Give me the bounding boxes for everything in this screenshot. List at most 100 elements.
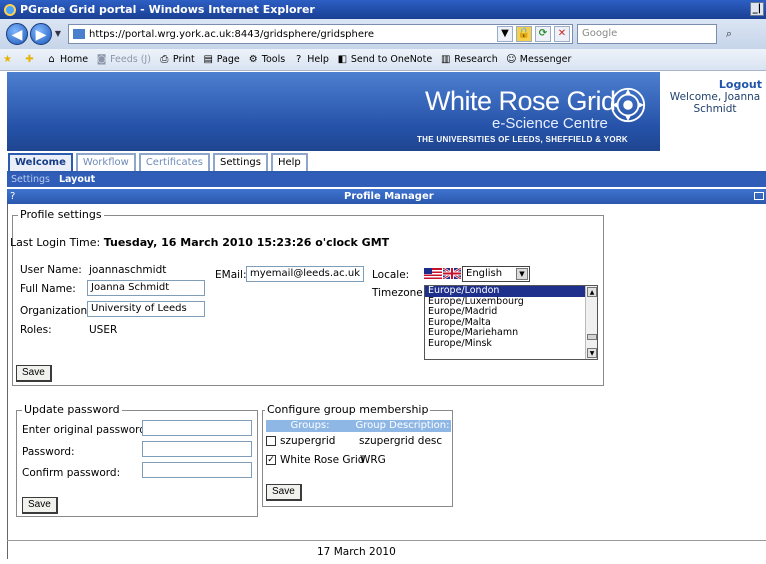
roles-label: Roles:: [20, 324, 52, 336]
footer-date: 17 March 2010: [317, 546, 396, 558]
tools-menu[interactable]: ⚙ Tools: [248, 54, 285, 65]
organization-field[interactable]: University of Leeds: [87, 301, 205, 317]
home-button[interactable]: ⌂ Home: [46, 54, 88, 65]
scroll-thumb[interactable]: [587, 334, 597, 340]
group-row: ✓ White Rose Grid: [266, 454, 364, 466]
username-label: User Name:: [20, 264, 82, 276]
timezone-option[interactable]: Europe/Minsk: [425, 338, 597, 350]
timezone-option[interactable]: Europe/Mariehamn: [425, 327, 597, 339]
print-button[interactable]: ⎙ Print: [159, 54, 194, 65]
last-login-row: Last Login Time: Tuesday, 16 March 2010 …: [10, 236, 389, 249]
group-checkbox-szupergrid[interactable]: [266, 436, 276, 446]
timezone-scrollbar[interactable]: ▲ ▼: [585, 286, 597, 359]
page-icon: ▤: [203, 54, 213, 65]
last-login-label: Last Login Time:: [10, 236, 101, 249]
research-button[interactable]: ▥ Research: [440, 54, 498, 65]
white-rose-logo-icon: [610, 87, 646, 123]
sub-tabs: Settings Layout: [7, 173, 766, 187]
url-input[interactable]: https://portal.wrg.york.ac.uk:8443/grids…: [68, 24, 573, 44]
gear-icon: ⚙: [248, 54, 258, 65]
footer-divider: [7, 540, 766, 541]
forward-button[interactable]: ▶: [30, 23, 52, 45]
ie-command-bar: ★ ✚ ⌂ Home ◙ Feeds (J) ⎙ Print ▤ Page ⚙ Tools…: [0, 49, 766, 71]
add-favorites-icon[interactable]: ✚: [24, 54, 38, 65]
original-password-field[interactable]: [142, 420, 252, 436]
tab-welcome[interactable]: Welcome: [8, 153, 73, 171]
site-favicon-icon: [73, 29, 85, 39]
timezone-listbox[interactable]: Europe/London Europe/Luxembourg Europe/M…: [424, 285, 598, 360]
locale-select-value: English: [466, 268, 503, 279]
username-value: joannaschmidt: [89, 264, 167, 276]
tab-help[interactable]: Help: [270, 153, 308, 171]
favorites-star-icon[interactable]: ★: [2, 54, 16, 65]
brand-tagline: THE UNIVERSITIES OF LEEDS, SHEFFIELD & Y…: [417, 135, 628, 144]
user-corner: Logout Welcome, Joanna Schmidt: [660, 72, 766, 151]
logout-link[interactable]: Logout: [660, 78, 762, 91]
lock-icon[interactable]: 🔒: [516, 26, 532, 42]
group-table-header: Groups: Group Description:: [266, 420, 451, 432]
url-dropdown-icon[interactable]: ▼: [497, 26, 513, 42]
stop-icon[interactable]: ✕: [554, 26, 570, 42]
page-menu[interactable]: ▤ Page: [203, 54, 240, 65]
portlet-titlebar: ? Profile Manager: [7, 189, 766, 204]
original-password-label: Enter original password:: [22, 424, 150, 436]
onenote-button[interactable]: ◧ Send to OneNote: [337, 54, 433, 65]
us-flag-icon: [424, 268, 442, 279]
confirm-password-label: Confirm password:: [22, 467, 121, 479]
scroll-down-icon[interactable]: ▼: [587, 348, 597, 358]
portlet-title: Profile Manager: [344, 191, 434, 202]
welcome-text: Welcome, Joanna Schmidt: [669, 91, 761, 115]
last-login-value: Tuesday, 16 March 2010 15:23:26 o'clock …: [103, 236, 390, 249]
group-description: szupergrid desc: [359, 435, 443, 447]
uk-flag-icon: [443, 268, 461, 279]
messenger-button[interactable]: ☺ Messenger: [506, 54, 571, 65]
brand-title: White Rose Grid: [425, 86, 616, 116]
scroll-up-icon[interactable]: ▲: [587, 287, 597, 297]
timezone-option[interactable]: Europe/Madrid: [425, 306, 597, 318]
description-column-header: Group Description:: [355, 420, 450, 431]
help-icon: ?: [296, 54, 302, 65]
profile-settings-legend: Profile settings: [18, 208, 104, 221]
minimize-button[interactable]: _|: [750, 2, 764, 16]
group-save-button[interactable]: Save: [266, 484, 302, 501]
password-save-button[interactable]: Save: [22, 497, 58, 514]
tab-certificates[interactable]: Certificates: [138, 153, 210, 171]
portlet-help-icon[interactable]: ?: [10, 189, 15, 204]
group-name: White Rose Grid: [280, 454, 365, 466]
search-input[interactable]: Google: [577, 24, 717, 44]
back-button[interactable]: ◀: [6, 23, 28, 45]
frame-divider: [7, 204, 8, 559]
feeds-button[interactable]: ◙ Feeds (J): [96, 54, 151, 65]
password-field[interactable]: [142, 441, 252, 457]
email-field[interactable]: myemail@leeds.ac.uk: [246, 266, 364, 282]
portlet-maximize-icon[interactable]: [754, 192, 764, 200]
help-menu[interactable]: ? Help: [293, 54, 329, 65]
url-text: https://portal.wrg.york.ac.uk:8443/grids…: [89, 28, 375, 40]
group-row: szupergrid: [266, 435, 335, 447]
feeds-icon: ◙: [96, 54, 107, 65]
group-description: WRG: [360, 454, 386, 466]
profile-save-button[interactable]: Save: [16, 365, 52, 382]
home-icon: ⌂: [48, 54, 55, 65]
tab-workflow[interactable]: Workflow: [75, 153, 136, 171]
fullname-field[interactable]: Joanna Schmidt: [87, 280, 205, 296]
group-table: Groups: Group Description:: [266, 420, 451, 432]
history-dropdown-icon[interactable]: ▼: [54, 23, 62, 45]
refresh-icon[interactable]: ⟳: [535, 26, 551, 42]
research-icon: ▥: [440, 54, 451, 65]
fullname-label: Full Name:: [20, 283, 76, 295]
roles-value: USER: [89, 324, 118, 336]
confirm-password-field[interactable]: [142, 462, 252, 478]
window-title: PGrade Grid portal - Windows Internet Ex…: [20, 3, 315, 16]
update-password-legend: Update password: [22, 403, 122, 416]
print-icon: ⎙: [160, 54, 169, 65]
locale-select[interactable]: English ▼: [462, 266, 530, 282]
search-icon[interactable]: ⌕: [721, 25, 737, 43]
tab-settings[interactable]: Settings: [212, 153, 268, 171]
group-checkbox-white-rose-grid[interactable]: ✓: [266, 455, 276, 465]
subtab-layout[interactable]: Layout: [59, 174, 95, 185]
subtab-settings[interactable]: Settings: [11, 174, 50, 185]
timezone-option[interactable]: Europe/London: [425, 286, 597, 297]
group-membership-legend: Configure group membership: [265, 403, 431, 416]
portal-banner: White Rose Grid e-Science Centre THE UNI…: [7, 72, 660, 151]
